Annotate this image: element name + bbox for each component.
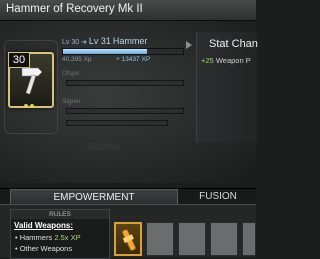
material-slot-3[interactable] bbox=[178, 222, 206, 256]
slot1-label: Ofspo bbox=[62, 70, 80, 77]
hammer-icon bbox=[21, 67, 43, 95]
material-item-icon bbox=[121, 228, 137, 252]
level-progress-line: Lv 30 ➜ Lv 31 Hammer bbox=[62, 36, 147, 46]
xp-bar-fill bbox=[63, 49, 147, 54]
level-from: Lv 30 bbox=[62, 39, 80, 46]
valid-weapons-title: Valid Weapons: bbox=[14, 221, 73, 230]
stat-panel-title: Stat Chan bbox=[209, 38, 258, 50]
xp-gain: + 13437 XP bbox=[116, 56, 151, 63]
slot1-bar bbox=[66, 80, 184, 86]
material-slot-1[interactable] bbox=[114, 222, 142, 256]
material-slot-5[interactable] bbox=[242, 222, 256, 256]
background-label: Starfox bbox=[88, 142, 120, 153]
stat-line: +25 Weapon P bbox=[201, 56, 251, 65]
rule-item-other: • Other Weapons bbox=[15, 244, 73, 253]
material-slot-4[interactable] bbox=[210, 222, 238, 256]
weapon-card[interactable]: 30 bbox=[8, 52, 54, 108]
window-title: Hammer of Recovery Mk II bbox=[6, 3, 143, 15]
tab-fusion[interactable]: FUSION bbox=[180, 189, 256, 205]
chevron-right-icon bbox=[186, 41, 192, 49]
xp-current: 40,395 Xp bbox=[62, 56, 92, 63]
rarity-dot bbox=[30, 104, 34, 108]
rule-multiplier: 2.5x XP bbox=[54, 233, 81, 242]
stat-change-panel: Stat Chan +25 Weapon P bbox=[196, 32, 258, 142]
level-to: Lv 31 bbox=[88, 36, 111, 46]
material-slot-2[interactable] bbox=[146, 222, 174, 256]
tab-empowerment[interactable]: EMPOWERMENT bbox=[10, 189, 178, 205]
rarity-dot bbox=[24, 104, 28, 108]
xp-bar bbox=[62, 48, 184, 55]
rule-item-hammers: • Hammers 2.5x XP bbox=[15, 233, 81, 242]
arrow-right-icon: ➜ bbox=[81, 39, 89, 46]
stat-name: Weapon P bbox=[215, 56, 251, 65]
rule-item-label: • Hammers bbox=[15, 233, 53, 242]
rules-header: RULES bbox=[11, 210, 109, 219]
slot2-bar bbox=[66, 108, 184, 114]
rules-box: RULES Valid Weapons: • Hammers 2.5x XP •… bbox=[10, 209, 110, 259]
title-bar: Hammer of Recovery Mk II bbox=[0, 0, 256, 21]
weapon-type: Hammer bbox=[112, 36, 148, 46]
slot2-label: Signer bbox=[62, 98, 81, 105]
xp-readout: 40,395 Xp + 13437 XP bbox=[62, 56, 182, 63]
stat-bonus: +25 bbox=[201, 56, 214, 65]
slot3-bar bbox=[66, 120, 168, 126]
tab-bar: EMPOWERMENT FUSION bbox=[0, 188, 256, 205]
rarity-dots bbox=[24, 95, 36, 113]
